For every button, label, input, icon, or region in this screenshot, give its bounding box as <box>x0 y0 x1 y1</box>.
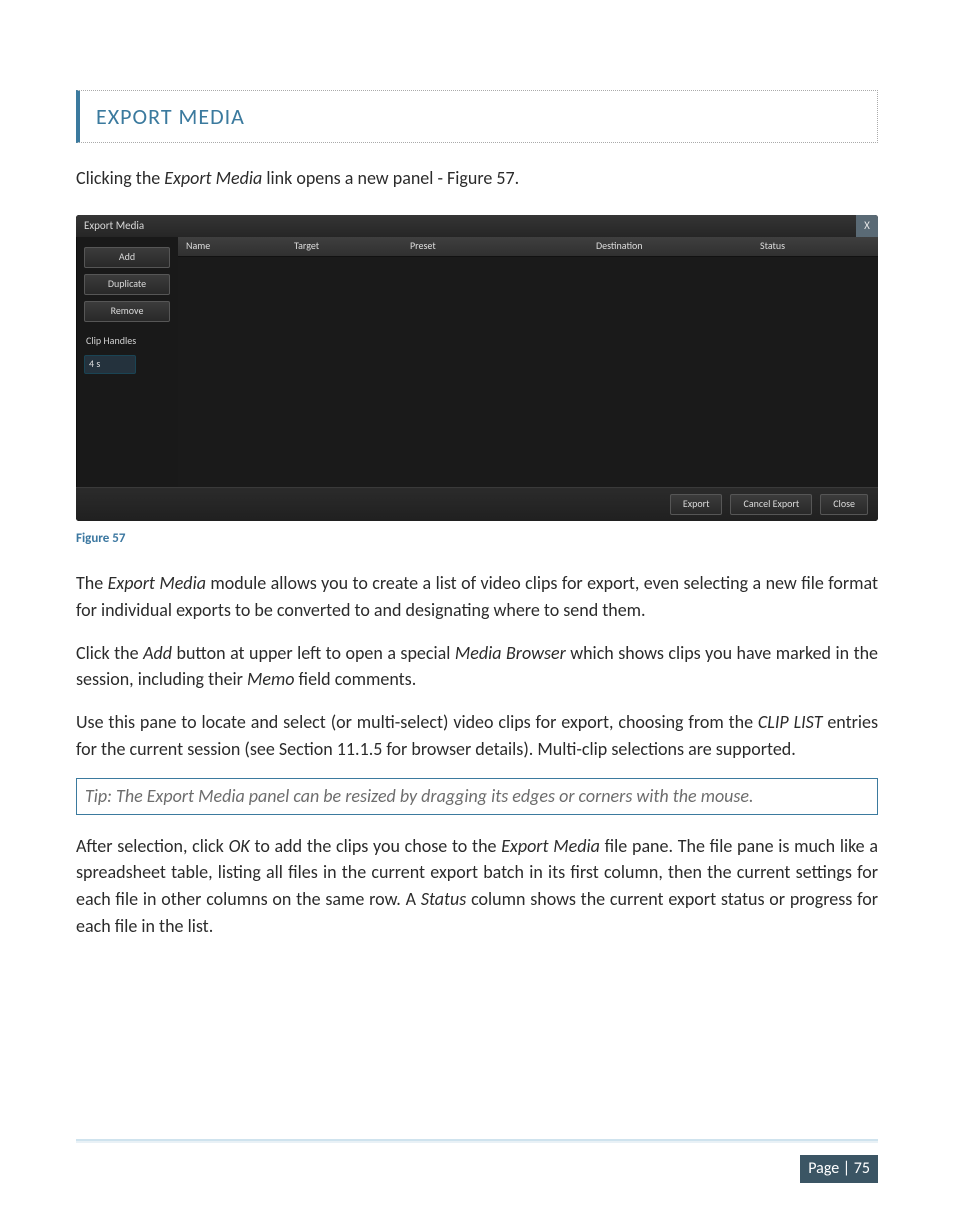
add-button[interactable]: Add <box>84 247 170 268</box>
export-media-panel: Export Media X Add Duplicate Remove Clip… <box>76 215 878 521</box>
p1-a: The <box>76 572 108 594</box>
duplicate-button[interactable]: Duplicate <box>84 274 170 295</box>
panel-body: Add Duplicate Remove Clip Handles 4 s Na… <box>76 237 878 487</box>
p4-em1: OK <box>229 835 250 857</box>
p2-d: field comments. <box>294 668 416 690</box>
remove-button[interactable]: Remove <box>84 301 170 322</box>
col-target[interactable]: Target <box>286 239 402 254</box>
col-name[interactable]: Name <box>178 239 286 254</box>
section-heading: EXPORT MEDIA <box>96 101 877 134</box>
page-footer: Page | 75 <box>76 1139 878 1183</box>
paragraph-4: After selection, click OK to add the cli… <box>76 833 878 940</box>
col-preset[interactable]: Preset <box>402 239 588 254</box>
intro-paragraph: Clicking the Export Media link opens a n… <box>76 165 878 192</box>
intro-pre: Clicking the <box>76 167 164 189</box>
close-icon[interactable]: X <box>856 215 878 237</box>
tip-box: Tip: The Export Media panel can be resiz… <box>76 778 878 815</box>
p2-b: button at upper left to open a special <box>172 642 455 664</box>
paragraph-1: The Export Media module allows you to cr… <box>76 570 878 623</box>
p4-em3: Status <box>421 888 466 910</box>
clip-handles-label: Clip Handles <box>84 328 170 349</box>
page-number-badge: Page | 75 <box>800 1155 878 1183</box>
col-status[interactable]: Status <box>752 239 878 254</box>
clip-handles-input[interactable]: 4 s <box>84 355 136 374</box>
file-list[interactable] <box>178 257 878 487</box>
panel-main: Name Target Preset Destination Status <box>178 237 878 487</box>
p4-a: After selection, click <box>76 835 229 857</box>
cancel-export-button[interactable]: Cancel Export <box>730 494 812 515</box>
panel-title: Export Media <box>84 215 144 237</box>
footer-rule <box>76 1139 878 1143</box>
col-destination[interactable]: Destination <box>588 239 752 254</box>
section-heading-box: EXPORT MEDIA <box>76 90 878 143</box>
p3-em1: CLIP LIST <box>758 711 823 733</box>
p4-b: to add the clips you chose to the <box>250 835 502 857</box>
p1-em1: Export Media <box>108 572 206 594</box>
export-button[interactable]: Export <box>670 494 723 515</box>
p2-em3: Memo <box>247 668 294 690</box>
panel-sidebar: Add Duplicate Remove Clip Handles 4 s <box>76 237 178 487</box>
paragraph-2: Click the Add button at upper left to op… <box>76 640 878 693</box>
intro-em: Export Media <box>164 167 262 189</box>
figure-caption: Figure 57 <box>76 529 878 548</box>
p2-em2: Media Browser <box>455 642 566 664</box>
p2-a: Click the <box>76 642 143 664</box>
panel-titlebar: Export Media X <box>76 215 878 237</box>
p3-a: Use this pane to locate and select (or m… <box>76 711 758 733</box>
p4-em2: Export Media <box>501 835 600 857</box>
close-button[interactable]: Close <box>820 494 868 515</box>
intro-post: link opens a new panel - Figure 57. <box>262 167 519 189</box>
paragraph-3: Use this pane to locate and select (or m… <box>76 709 878 762</box>
p2-em1: Add <box>143 642 172 664</box>
column-headers: Name Target Preset Destination Status <box>178 237 878 257</box>
panel-footer: Export Cancel Export Close <box>76 487 878 521</box>
